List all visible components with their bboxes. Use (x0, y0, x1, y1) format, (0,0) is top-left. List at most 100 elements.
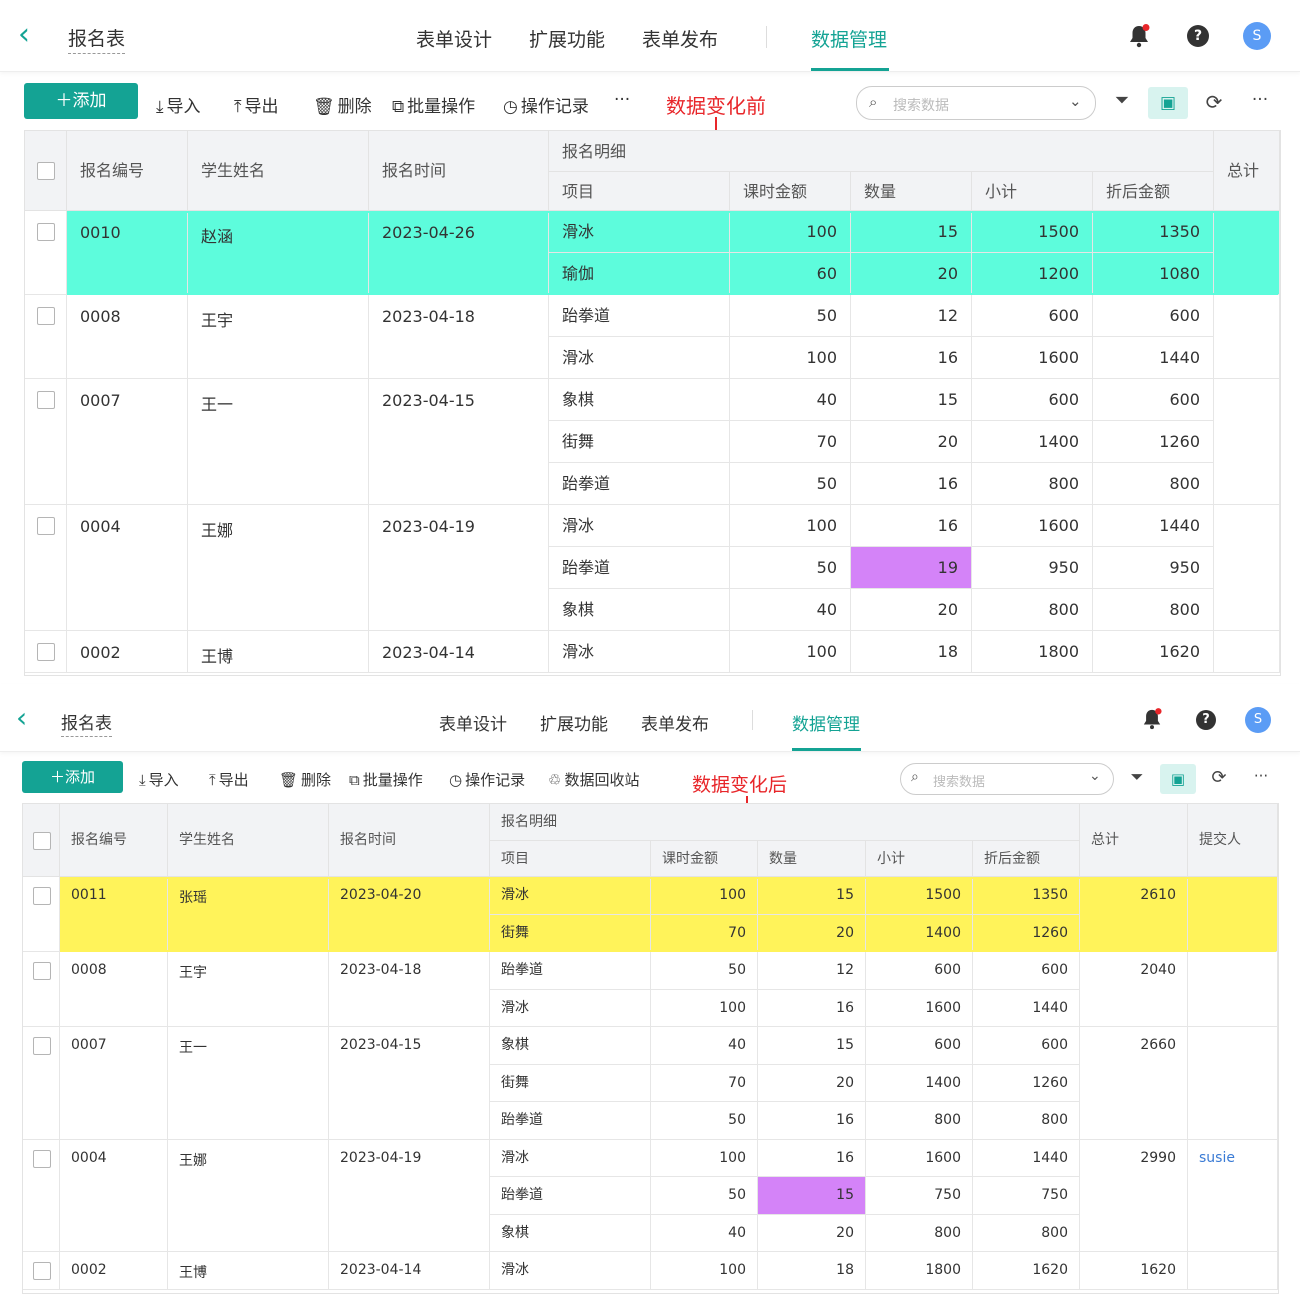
export-button[interactable]: ⤒ 导出 (234, 92, 279, 117)
data-table: 报名编号 学生姓名 报名时间 报名明细 项目 课时金额 数量 小计 折后金额 总计 0010 赵涵 20… (24, 130, 1281, 676)
notification-bell-icon[interactable] (1128, 24, 1150, 48)
export-button[interactable]: ⤒ 导出 (209, 769, 249, 790)
row-select-cell (23, 1139, 60, 1252)
filter-icon[interactable]: ⏷ (1126, 767, 1148, 791)
tab-extensions[interactable]: 扩展功能 (529, 25, 605, 52)
select-all-checkbox[interactable] (37, 162, 55, 180)
tab-form-design[interactable]: 表单设计 (439, 710, 507, 735)
detail-item-cell: 滑冰 (490, 989, 651, 1027)
import-icon: ⤓ (139, 771, 146, 789)
delete-button[interactable]: 🗑 删除 (313, 92, 372, 117)
view-toggle-icon[interactable]: ▣ (1148, 87, 1188, 119)
detail-item-cell: 滑冰 (490, 1252, 651, 1290)
detail-price-cell: 70 (651, 914, 758, 952)
more-button[interactable]: ··· (614, 90, 630, 110)
record-id-cell: 0008 (60, 952, 168, 1027)
header-total: 总计 (1080, 804, 1188, 877)
submitter-cell: susie (1188, 1139, 1278, 1252)
back-chevron-icon[interactable]: ‹ (18, 20, 30, 50)
detail-subtotal-cell: 1600 (972, 337, 1093, 379)
header-price: 课时金额 (651, 841, 758, 877)
operation-log-button[interactable]: ◷ 操作记录 (503, 92, 589, 117)
more-options-icon[interactable]: ··· (1246, 90, 1274, 116)
export-icon: ⤒ (234, 97, 242, 117)
detail-subtotal-cell: 1400 (866, 914, 973, 952)
detail-qty-cell: 18 (851, 631, 972, 673)
search-box[interactable]: ⌕ 搜索数据 ⌄ (856, 86, 1096, 120)
tab-form-publish[interactable]: 表单发布 (642, 25, 718, 52)
tab-data-management[interactable]: 数据管理 (811, 25, 887, 52)
student-name-cell: 王娜 (168, 1139, 329, 1252)
detail-qty-cell: 20 (758, 1064, 866, 1102)
back-chevron-icon[interactable]: ‹ (16, 704, 27, 732)
detail-item-cell: 滑冰 (549, 211, 730, 253)
row-checkbox[interactable] (37, 307, 55, 325)
import-button[interactable]: ⤓ 导入 (156, 92, 201, 117)
batch-label: 批量操作 (407, 97, 476, 117)
header-item: 项目 (549, 172, 730, 211)
detail-subtotal-cell: 800 (972, 463, 1093, 505)
notification-bell-icon[interactable] (1142, 708, 1162, 730)
view-toggle-icon[interactable]: ▣ (1160, 764, 1196, 794)
detail-qty-cell: 12 (758, 952, 866, 990)
row-checkbox[interactable] (37, 643, 55, 661)
row-checkbox[interactable] (32, 1262, 51, 1280)
detail-qty-cell: 12 (851, 295, 972, 337)
recycle-icon: ♲ (548, 771, 562, 789)
help-icon[interactable]: ? (1187, 25, 1209, 47)
row-checkbox[interactable] (32, 887, 51, 905)
delete-label: 删除 (301, 771, 332, 789)
chevron-down-icon[interactable]: ⌄ (1069, 92, 1082, 110)
user-avatar[interactable]: S (1243, 22, 1271, 50)
row-checkbox[interactable] (37, 391, 55, 409)
select-all-checkbox[interactable] (32, 831, 51, 850)
student-name-cell: 王博 (188, 631, 369, 673)
refresh-icon[interactable]: ⟳ (1202, 90, 1226, 116)
row-checkbox[interactable] (37, 223, 55, 241)
refresh-icon[interactable]: ⟳ (1208, 767, 1230, 791)
row-checkbox[interactable] (32, 1037, 51, 1055)
detail-discount-cell: 1440 (1093, 505, 1214, 547)
detail-item-cell: 滑冰 (490, 877, 651, 915)
tab-form-design[interactable]: 表单设计 (416, 25, 492, 52)
total-cell (1214, 379, 1280, 505)
search-icon: ⌕ (911, 769, 919, 785)
more-options-icon[interactable]: ··· (1248, 767, 1274, 791)
detail-item-cell: 街舞 (490, 1064, 651, 1102)
add-button[interactable]: ＋添加 (24, 83, 138, 119)
tab-data-management[interactable]: 数据管理 (792, 710, 860, 735)
submitter-cell (1188, 1252, 1278, 1290)
app-title[interactable]: 报名表 (61, 709, 112, 737)
header-time: 报名时间 (329, 804, 490, 877)
record-id-cell: 0004 (67, 505, 188, 631)
detail-price-cell: 60 (730, 253, 851, 295)
help-icon[interactable]: ? (1196, 710, 1216, 730)
search-box[interactable]: ⌕ 搜索数据 ⌄ (900, 763, 1114, 795)
annotation-label: 数据变化前 (666, 94, 766, 118)
delete-button[interactable]: 🗑 删除 (279, 769, 331, 790)
detail-subtotal-cell: 1500 (972, 211, 1093, 253)
row-checkbox[interactable] (32, 962, 51, 980)
header-subtotal: 小计 (972, 172, 1093, 211)
detail-price-cell: 50 (730, 295, 851, 337)
detail-price-cell: 100 (730, 631, 851, 673)
row-checkbox[interactable] (32, 1149, 51, 1168)
detail-discount-cell: 1620 (1093, 631, 1214, 673)
chevron-down-icon[interactable]: ⌄ (1089, 768, 1101, 784)
filter-icon[interactable]: ⏷ (1110, 90, 1134, 116)
batch-operation-button[interactable]: ⧉ 批量操作 (349, 769, 423, 790)
user-avatar[interactable]: S (1245, 707, 1271, 733)
operation-log-button[interactable]: ◷ 操作记录 (449, 769, 525, 790)
recycle-bin-button[interactable]: ♲ 数据回收站 (548, 769, 639, 790)
signup-time-cell: 2023-04-15 (329, 1027, 490, 1140)
tab-extensions[interactable]: 扩展功能 (540, 710, 608, 735)
tab-form-publish[interactable]: 表单发布 (641, 710, 709, 735)
row-checkbox[interactable] (37, 517, 55, 535)
header-id: 报名编号 (60, 804, 168, 877)
app-title[interactable]: 报名表 (68, 24, 126, 54)
header-total: 总计 (1214, 131, 1280, 211)
signup-time-cell: 2023-04-19 (369, 505, 549, 631)
import-button[interactable]: ⤓ 导入 (139, 769, 179, 790)
batch-operation-button[interactable]: ⧉ 批量操作 (392, 92, 475, 117)
add-button[interactable]: ＋添加 (22, 761, 123, 793)
